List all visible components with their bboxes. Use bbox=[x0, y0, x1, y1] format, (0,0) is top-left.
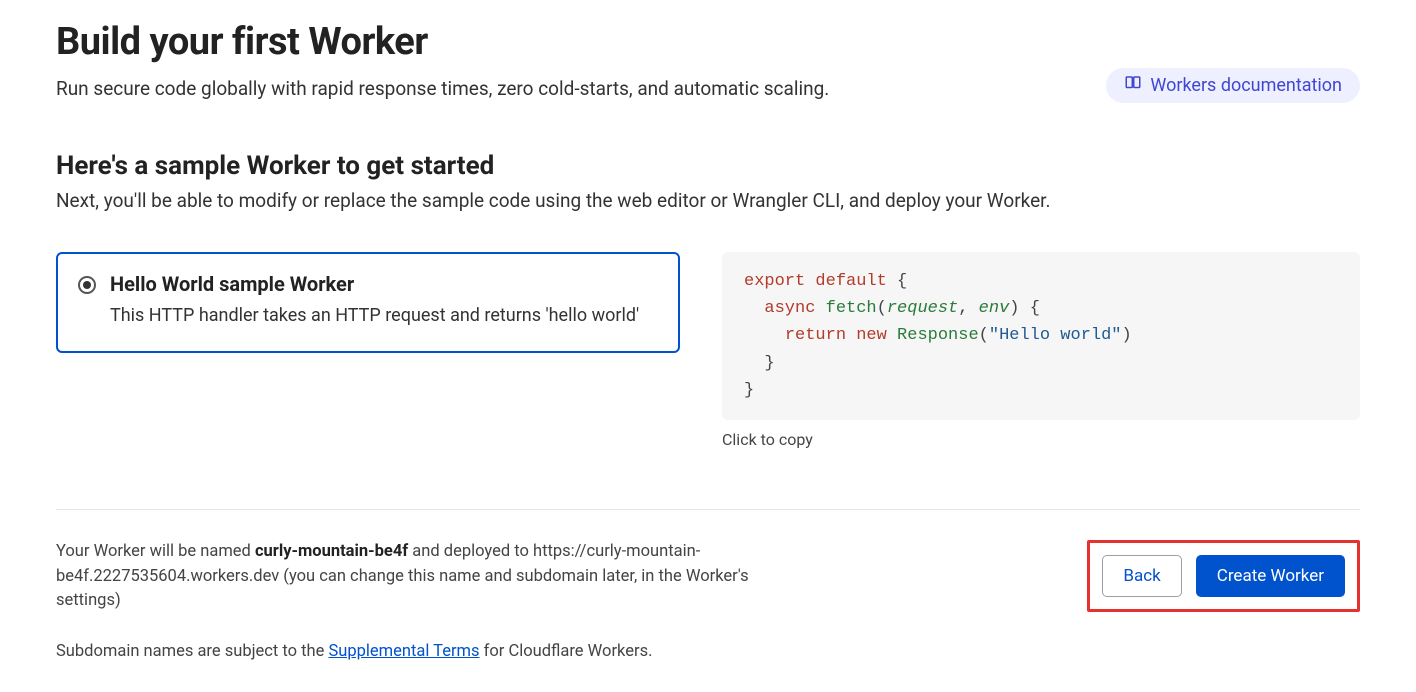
back-button[interactable]: Back bbox=[1102, 555, 1181, 597]
create-highlight: Back Create Worker bbox=[1087, 540, 1360, 612]
create-worker-button[interactable]: Create Worker bbox=[1196, 555, 1345, 597]
supplemental-terms-link[interactable]: Supplemental Terms bbox=[328, 642, 479, 661]
book-icon bbox=[1124, 74, 1142, 97]
docs-link[interactable]: Workers documentation bbox=[1106, 68, 1360, 103]
sample-subtext: Next, you'll be able to modify or replac… bbox=[56, 189, 1360, 212]
sample-option-title: Hello World sample Worker bbox=[110, 272, 639, 296]
legal-text: Subdomain names are subject to the Suppl… bbox=[56, 642, 1360, 661]
divider bbox=[56, 509, 1360, 510]
click-to-copy-label: Click to copy bbox=[722, 430, 1360, 449]
code-sample[interactable]: export default { async fetch(request, en… bbox=[722, 252, 1360, 420]
radio-selected-icon bbox=[78, 276, 96, 294]
page-subtitle: Run secure code globally with rapid resp… bbox=[56, 77, 829, 100]
worker-name-info: Your Worker will be named curly-mountain… bbox=[56, 540, 816, 614]
docs-link-label: Workers documentation bbox=[1150, 75, 1342, 96]
page-title: Build your first Worker bbox=[56, 20, 428, 64]
sample-heading: Here's a sample Worker to get started bbox=[56, 151, 1360, 181]
sample-option-card[interactable]: Hello World sample Worker This HTTP hand… bbox=[56, 252, 680, 353]
sample-option-desc: This HTTP handler takes an HTTP request … bbox=[110, 302, 639, 329]
